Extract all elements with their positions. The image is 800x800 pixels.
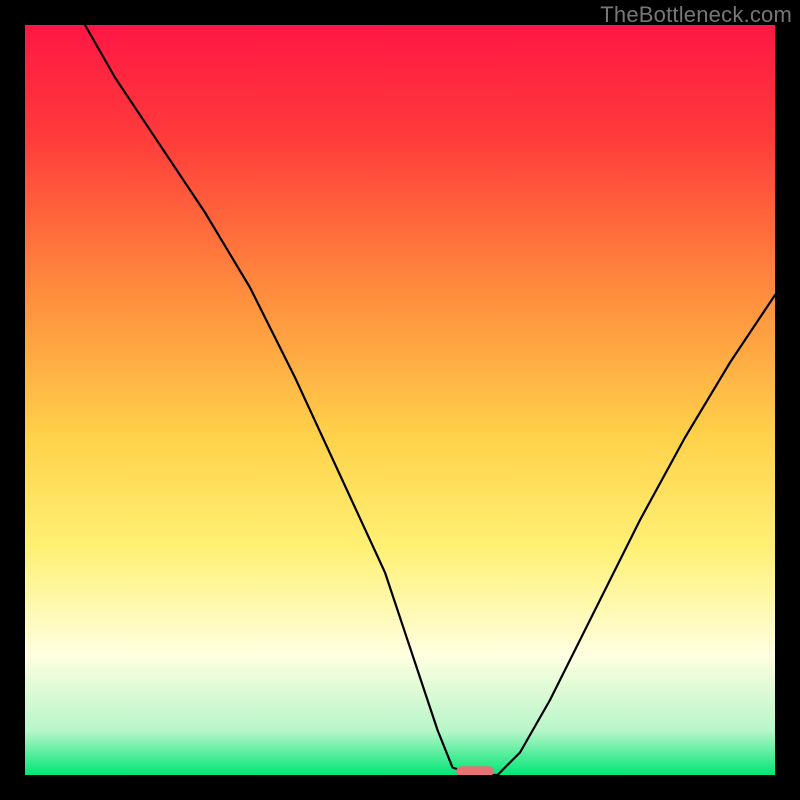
chart-frame: TheBottleneck.com xyxy=(0,0,800,800)
plot-area xyxy=(25,25,775,775)
floor-marker xyxy=(456,766,494,775)
gradient-bg xyxy=(25,25,775,775)
watermark-label: TheBottleneck.com xyxy=(600,2,792,28)
chart-svg xyxy=(25,25,775,775)
